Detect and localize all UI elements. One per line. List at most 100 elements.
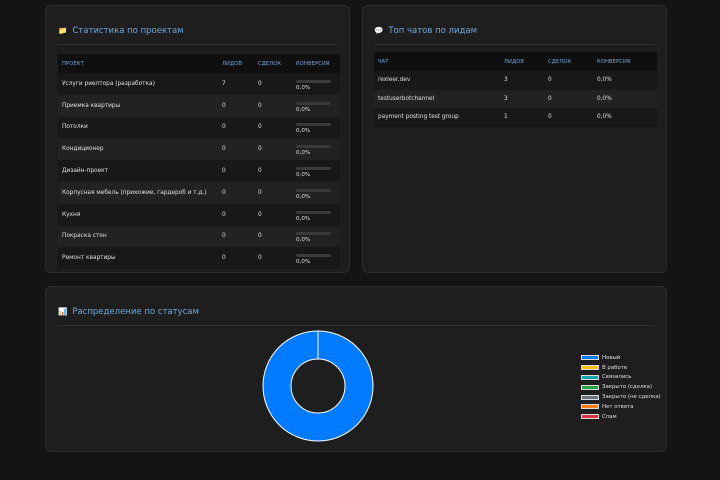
- leads-cell: 0: [222, 211, 226, 218]
- project-name-cell: Дизайн-проект: [62, 168, 109, 175]
- project-name-cell: Услуги риелтора (разработка): [62, 80, 155, 87]
- projects-stats-card: 📁 Статистика по проектам Проект Лидов Сд…: [45, 5, 350, 273]
- chats-table: Чат Лидов Сделок Конверсия rexleer.dev 3 0…: [374, 52, 657, 127]
- table-row[interactable]: rexleer.dev 3 0 0,0%: [374, 71, 657, 90]
- chat-name-cell: payment posting test group: [378, 114, 459, 121]
- chat-name-cell: testuserbotchannel: [378, 95, 435, 102]
- table-row[interactable]: Кондиционер 0 0 0,0%: [58, 138, 340, 161]
- table-row[interactable]: payment posting test group 1 0 0,0%: [374, 108, 657, 127]
- chat-bubble-icon: 💬: [374, 26, 384, 36]
- conversion-progress-bar: [296, 123, 331, 127]
- legend-label: Нет ответа: [602, 403, 634, 410]
- conversion-cell: 0,0%: [292, 73, 340, 95]
- legend-label: Закрыто (сделка): [602, 384, 653, 391]
- project-name-cell: Потолки: [62, 124, 88, 131]
- conversion-cell: 0,0%: [292, 204, 340, 226]
- projects-table-header: Проект Лидов Сделок Конверсия: [58, 54, 340, 73]
- chats-table-header: Чат Лидов Сделок Конверсия: [374, 52, 657, 71]
- status-card-title: 📊 Распределение по статусам: [58, 307, 199, 317]
- conversion-cell: 0,0%: [597, 77, 612, 84]
- projects-card-title: 📁 Статистика по проектам: [58, 26, 184, 36]
- conversion-progress-bar: [296, 79, 331, 83]
- legend-swatch: [581, 414, 599, 420]
- project-name-cell: Покраска стен: [62, 233, 107, 240]
- legend-label: В работе: [602, 364, 628, 371]
- status-card-divider: [58, 325, 654, 326]
- legend-item[interactable]: Закрыто (сделка): [581, 382, 661, 392]
- column-header-conversion[interactable]: Конверсия: [292, 54, 340, 73]
- conversion-progress-bar: [296, 188, 331, 192]
- table-row[interactable]: Приемка квартиры 0 0 0,0%: [58, 94, 340, 117]
- conversion-value: 0,0%: [296, 237, 311, 244]
- leads-cell: 3: [504, 77, 508, 84]
- column-header-leads[interactable]: Лидов: [500, 52, 544, 71]
- leads-cell: 0: [222, 124, 226, 131]
- legend-swatch: [581, 365, 599, 371]
- project-name-cell: Кухня: [62, 211, 81, 218]
- legend-label: Связались: [602, 374, 632, 381]
- conversion-cell: 0,0%: [292, 160, 340, 182]
- chats-card-title: 💬 Топ чатов по лидам: [374, 26, 477, 36]
- legend-item[interactable]: Связались: [581, 373, 661, 383]
- deals-cell: 0: [548, 77, 552, 84]
- legend-item[interactable]: Новый: [581, 353, 661, 363]
- legend-swatch: [581, 384, 599, 390]
- conversion-cell: 0,0%: [597, 95, 612, 102]
- table-row[interactable]: Корпусная мебель (прихожие, гардероб и т…: [58, 181, 340, 204]
- column-header-chat[interactable]: Чат: [374, 52, 500, 71]
- column-header-conversion[interactable]: Конверсия: [593, 52, 657, 71]
- table-row[interactable]: testuserbotchannel 3 0 0,0%: [374, 89, 657, 108]
- legend-swatch: [581, 404, 599, 410]
- deals-cell: 0: [258, 102, 262, 109]
- leads-cell: 0: [222, 233, 226, 240]
- leads-cell: 0: [222, 168, 226, 175]
- conversion-cell: 0,0%: [292, 138, 340, 160]
- deals-cell: 0: [258, 124, 262, 131]
- column-header-deals[interactable]: Сделок: [254, 54, 292, 73]
- projects-table: Проект Лидов Сделок Конверсия Услуги рие…: [58, 54, 340, 270]
- project-name-cell: Приемка квартиры: [62, 102, 121, 109]
- bar-chart-icon: 📊: [58, 307, 68, 317]
- project-name-cell: Кондиционер: [62, 146, 104, 153]
- table-row[interactable]: Услуги риелтора (разработка) 7 0 0,0%: [58, 73, 340, 95]
- table-row[interactable]: Потолки 0 0 0,0%: [58, 116, 340, 139]
- chat-name-cell: rexleer.dev: [378, 77, 411, 84]
- legend-item[interactable]: Нет ответа: [581, 402, 661, 412]
- status-donut-chart[interactable]: [262, 330, 374, 442]
- conversion-value: 0,0%: [296, 215, 311, 222]
- leads-cell: 0: [222, 255, 226, 262]
- column-header-deals[interactable]: Сделок: [544, 52, 593, 71]
- conversion-value: 0,0%: [296, 106, 311, 113]
- conversion-progress-bar: [296, 210, 331, 214]
- leads-cell: 3: [504, 95, 508, 102]
- column-header-project[interactable]: Проект: [58, 54, 218, 73]
- table-row[interactable]: Дизайн-проект 0 0 0,0%: [58, 160, 340, 182]
- conversion-cell: 0,0%: [292, 247, 340, 269]
- conversion-value: 0,0%: [296, 172, 311, 179]
- projects-card-divider: [58, 44, 337, 45]
- status-distribution-card: 📊 Распределение по статусам Новый В работ…: [45, 286, 667, 452]
- table-row[interactable]: Покраска стен 0 0 0,0%: [58, 225, 340, 248]
- deals-cell: 0: [548, 114, 552, 121]
- legend-item[interactable]: Спам: [581, 412, 661, 422]
- conversion-value: 0,0%: [296, 193, 311, 200]
- legend-swatch: [581, 355, 599, 361]
- conversion-progress-bar: [296, 254, 331, 258]
- table-row[interactable]: Кухня 0 0 0,0%: [58, 203, 340, 226]
- column-header-leads[interactable]: Лидов: [218, 54, 254, 73]
- legend-item[interactable]: Закрыто (не сделка): [581, 392, 661, 402]
- legend-swatch: [581, 394, 599, 400]
- conversion-value: 0,0%: [296, 259, 311, 266]
- folder-icon: 📁: [58, 26, 68, 36]
- table-row[interactable]: Ремонт квартиры 0 0 0,0%: [58, 247, 340, 270]
- top-chats-card: 💬 Топ чатов по лидам Чат Лидов Сделок Ко…: [362, 5, 667, 273]
- conversion-progress-bar: [296, 101, 331, 105]
- legend-item[interactable]: В работе: [581, 363, 661, 373]
- conversion-value: 0,0%: [296, 128, 311, 135]
- leads-cell: 0: [222, 189, 226, 196]
- deals-cell: 0: [258, 189, 262, 196]
- leads-cell: 0: [222, 146, 226, 153]
- legend-swatch: [581, 374, 599, 380]
- leads-cell: 1: [504, 114, 508, 121]
- status-legend: Новый В работе Связались Закрыто (сделка) За…: [581, 353, 661, 422]
